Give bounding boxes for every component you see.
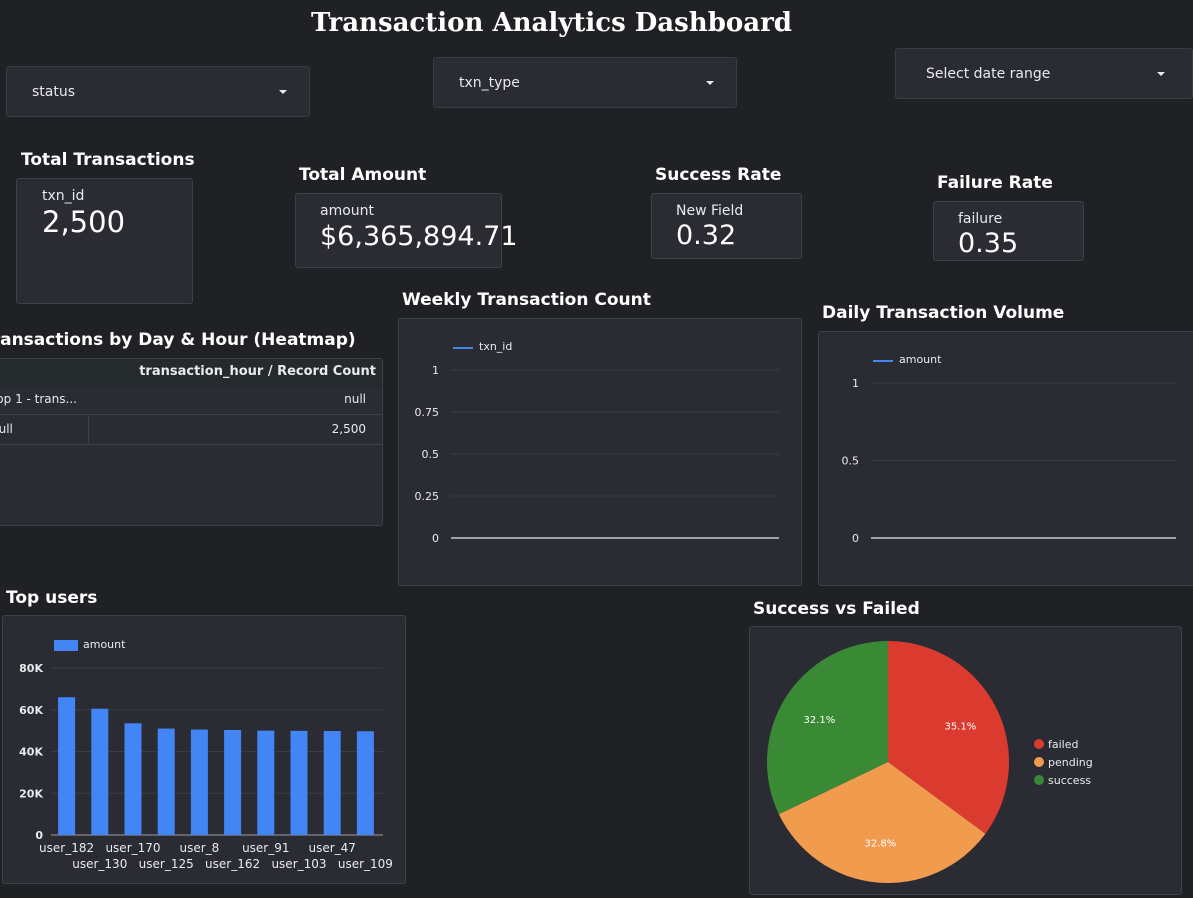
txn-type-filter-label: txn_type bbox=[459, 74, 520, 91]
weekly-chart-plot: 0 0.25 0.5 0.75 1 bbox=[415, 364, 779, 545]
success-rate-scorecard: New Field 0.32 bbox=[651, 193, 802, 259]
heatmap-row-label: null bbox=[0, 422, 13, 436]
chevron-down-icon bbox=[279, 89, 287, 94]
scorecard-label: New Field bbox=[676, 203, 744, 219]
total-transactions-title: Total Transactions bbox=[21, 150, 195, 170]
y-tick-label: 20K bbox=[19, 787, 43, 800]
legend-swatch bbox=[1034, 739, 1044, 749]
weekly-chart-title: Weekly Transaction Count bbox=[402, 290, 651, 310]
x-tick-label: user_103 bbox=[271, 857, 326, 871]
bar[interactable] bbox=[323, 731, 341, 835]
scorecard-label: failure bbox=[958, 211, 1003, 227]
success-vs-failed-chart: 35.1% 32.8% 32.1% failed pending success bbox=[749, 626, 1182, 895]
y-tick-label: 0.25 bbox=[415, 490, 440, 503]
x-tick-label: user_109 bbox=[338, 857, 393, 871]
total-amount-scorecard: amount $6,365,894.71 bbox=[295, 193, 518, 268]
daily-chart-plot: 00.51 bbox=[842, 377, 1176, 545]
daily-chart-title: Daily Transaction Volume bbox=[822, 303, 1065, 323]
heatmap-title: Transactions by Day & Hour (Heatmap) bbox=[0, 330, 356, 350]
daily-transaction-chart: amount 0 0.5 1 bbox=[818, 331, 1193, 586]
y-tick-label: 0.5 bbox=[422, 448, 440, 461]
bar[interactable] bbox=[224, 729, 242, 835]
x-tick-label: user_162 bbox=[205, 857, 260, 871]
y-tick-label: 0.5 bbox=[842, 455, 860, 468]
pie-chart-plot: 35.1% 32.8% 32.1% failed pending success bbox=[767, 641, 1093, 883]
y-tick-label: 40K bbox=[19, 746, 43, 759]
top-users-plot: 020K40K60K80Kuser_182user_130user_170use… bbox=[19, 662, 393, 871]
scorecard-value: 0.32 bbox=[676, 220, 737, 251]
top-users-title: Top users bbox=[6, 588, 98, 608]
bar[interactable] bbox=[290, 730, 308, 835]
status-filter-dropdown[interactable]: status bbox=[6, 66, 310, 117]
success-rate-title: Success Rate bbox=[655, 165, 782, 185]
failure-rate-scorecard: failure 0.35 bbox=[933, 201, 1084, 261]
total-amount-title: Total Amount bbox=[299, 165, 427, 185]
total-transactions-scorecard: txn_id 2,500 bbox=[16, 178, 193, 304]
slice-label: 35.1% bbox=[944, 721, 976, 732]
legend-label: pending bbox=[1048, 756, 1093, 769]
slice-label: 32.1% bbox=[804, 715, 836, 726]
x-tick-label: user_8 bbox=[179, 841, 219, 855]
legend-swatch bbox=[1034, 757, 1044, 767]
bar[interactable] bbox=[190, 729, 208, 835]
legend-label: failed bbox=[1048, 738, 1078, 751]
bar[interactable] bbox=[91, 708, 109, 835]
heatmap-cell-value: 2,500 bbox=[331, 422, 366, 436]
date-range-label: Select date range bbox=[926, 65, 1051, 82]
bar[interactable] bbox=[257, 730, 275, 835]
date-range-dropdown[interactable]: Select date range bbox=[895, 48, 1193, 99]
legend-swatch bbox=[1034, 775, 1044, 785]
status-filter-label: status bbox=[32, 83, 76, 100]
x-tick-label: user_91 bbox=[242, 841, 289, 855]
top-users-chart: amount 0 20K 40K 60K 80K user_182 user_130 user… bbox=[2, 615, 406, 884]
x-tick-label: user_47 bbox=[308, 841, 355, 855]
y-tick-label: 60K bbox=[19, 704, 43, 717]
y-tick-label: 0.75 bbox=[415, 406, 440, 419]
heatmap-column-header: transaction_hour / Record Count bbox=[139, 364, 376, 379]
legend-label: success bbox=[1048, 774, 1091, 787]
x-tick-label: user_125 bbox=[139, 857, 194, 871]
weekly-transaction-chart: txn_id 0 0.25 0.5 0.75 1 bbox=[398, 318, 802, 586]
chevron-down-icon bbox=[706, 80, 714, 85]
dashboard-title: Transaction Analytics Dashboard bbox=[311, 8, 792, 38]
failure-rate-title: Failure Rate bbox=[937, 173, 1053, 193]
pie-chart-title: Success vs Failed bbox=[753, 599, 920, 619]
bar[interactable] bbox=[58, 697, 76, 835]
x-tick-label: user_182 bbox=[39, 841, 94, 855]
slice-label: 32.8% bbox=[864, 839, 896, 850]
scorecard-value: 0.35 bbox=[958, 228, 1019, 259]
bar[interactable] bbox=[356, 731, 374, 835]
bar[interactable] bbox=[157, 728, 175, 835]
heatmap-row-header: Top 1 - trans... bbox=[0, 392, 77, 406]
scorecard-label: txn_id bbox=[42, 188, 85, 204]
heatmap-table: transaction_hour / Record Count Top 1 - … bbox=[0, 358, 383, 526]
scorecard-value: 2,500 bbox=[42, 205, 126, 239]
heatmap-column-value: null bbox=[344, 392, 366, 406]
scorecard-value: $6,365,894.71 bbox=[320, 221, 518, 252]
y-tick-label: 1 bbox=[852, 377, 859, 390]
bar[interactable] bbox=[124, 723, 142, 835]
txn-type-filter-dropdown[interactable]: txn_type bbox=[433, 57, 737, 108]
scorecard-label: amount bbox=[320, 203, 375, 219]
y-tick-label: 1 bbox=[432, 364, 439, 377]
chevron-down-icon bbox=[1157, 71, 1165, 76]
y-tick-label: 0 bbox=[852, 532, 859, 545]
x-tick-label: user_170 bbox=[105, 841, 160, 855]
x-tick-label: user_130 bbox=[72, 857, 127, 871]
y-tick-label: 80K bbox=[19, 662, 43, 675]
y-tick-label: 0 bbox=[432, 532, 439, 545]
